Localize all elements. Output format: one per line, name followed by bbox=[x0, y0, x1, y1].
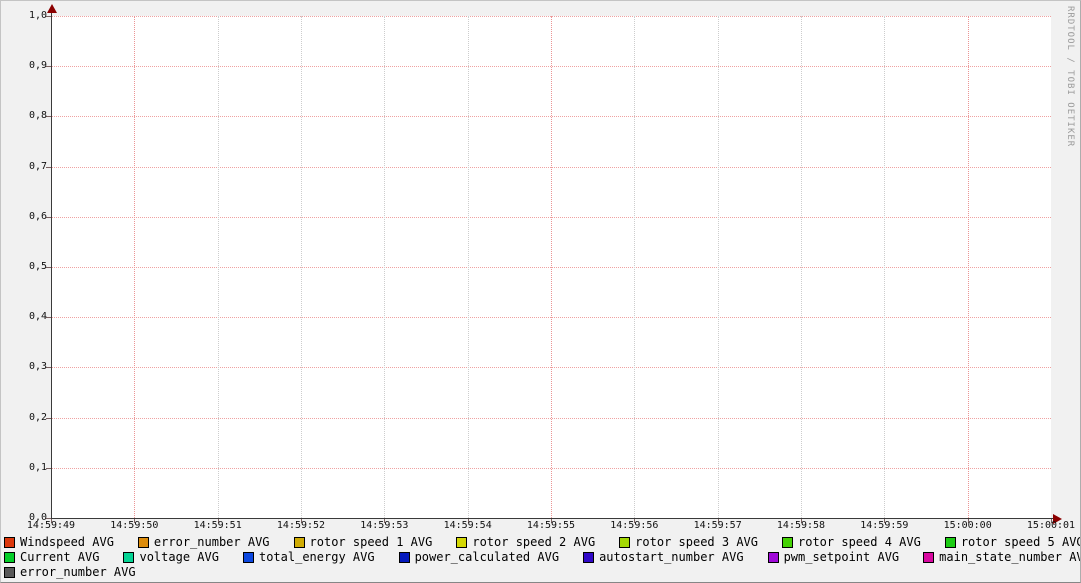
legend-item-label: Current AVG bbox=[20, 551, 99, 564]
watermark: RRDTOOL / TOBI OETIKER bbox=[1065, 6, 1075, 147]
y-axis-tick-label: 0,3 bbox=[11, 362, 47, 372]
legend-item-label: main_state_number AVG bbox=[939, 551, 1081, 564]
legend: Windspeed AVG error_number AVG rotor speed… bbox=[4, 535, 1081, 580]
legend-item-label: rotor speed 3 AVG bbox=[635, 536, 758, 549]
y-axis-tick-label: 1,0 bbox=[11, 11, 47, 21]
legend-item-label: total_energy AVG bbox=[259, 551, 375, 564]
legend-item-label: autostart_number AVG bbox=[599, 551, 744, 564]
grid-line-vertical bbox=[801, 16, 802, 518]
legend-item: voltage AVG bbox=[123, 551, 218, 564]
y-axis-tick-label: 0,8 bbox=[11, 111, 47, 121]
legend-item: rotor speed 1 AVG bbox=[294, 536, 433, 549]
legend-item: main_state_number AVG bbox=[923, 551, 1081, 564]
legend-color-swatch-icon bbox=[945, 537, 956, 548]
legend-item: pwm_setpoint AVG bbox=[768, 551, 900, 564]
rrdtool-graph: 1,00,90,80,70,60,50,40,30,20,10,0 14:59:… bbox=[0, 0, 1081, 583]
legend-color-swatch-icon bbox=[583, 552, 594, 563]
x-axis-tick-label: 14:59:49 bbox=[19, 520, 83, 531]
legend-item: error_number AVG bbox=[138, 536, 270, 549]
x-axis-tick-label: 15:00:01 bbox=[1019, 520, 1081, 531]
grid-line-vertical bbox=[634, 16, 635, 518]
x-axis-tick-label: 15:00:00 bbox=[936, 520, 1000, 531]
legend-item-label: pwm_setpoint AVG bbox=[784, 551, 900, 564]
legend-item-label: voltage AVG bbox=[139, 551, 218, 564]
grid-line-vertical bbox=[551, 16, 552, 518]
legend-row: error_number AVG bbox=[4, 565, 1081, 580]
legend-color-swatch-icon bbox=[399, 552, 410, 563]
legend-item-label: Windspeed AVG bbox=[20, 536, 114, 549]
x-axis-tick-label: 14:59:56 bbox=[602, 520, 666, 531]
legend-item: rotor speed 5 AVG bbox=[945, 536, 1081, 549]
legend-item: Current AVG bbox=[4, 551, 99, 564]
legend-item-label: rotor speed 5 AVG bbox=[961, 536, 1081, 549]
legend-color-swatch-icon bbox=[4, 552, 15, 563]
x-axis-tick-label: 14:59:51 bbox=[186, 520, 250, 531]
x-axis-tick-label: 14:59:50 bbox=[102, 520, 166, 531]
x-axis-tick-label: 14:59:57 bbox=[686, 520, 750, 531]
grid-line-vertical bbox=[384, 16, 385, 518]
x-axis-tick-label: 14:59:52 bbox=[269, 520, 333, 531]
legend-color-swatch-icon bbox=[138, 537, 149, 548]
grid-line-vertical bbox=[468, 16, 469, 518]
legend-item: rotor speed 4 AVG bbox=[782, 536, 921, 549]
x-axis-tick-label: 14:59:54 bbox=[436, 520, 500, 531]
legend-item-label: error_number AVG bbox=[20, 566, 136, 579]
legend-color-swatch-icon bbox=[294, 537, 305, 548]
legend-item-label: error_number AVG bbox=[154, 536, 270, 549]
grid-line-vertical bbox=[968, 16, 969, 518]
legend-item: rotor speed 2 AVG bbox=[456, 536, 595, 549]
grid-line-vertical bbox=[134, 16, 135, 518]
legend-item: rotor speed 3 AVG bbox=[619, 536, 758, 549]
legend-color-swatch-icon bbox=[782, 537, 793, 548]
x-axis-tick-label: 14:59:53 bbox=[352, 520, 416, 531]
legend-color-swatch-icon bbox=[619, 537, 630, 548]
legend-item-label: power_calculated AVG bbox=[415, 551, 560, 564]
x-axis-tick-label: 14:59:59 bbox=[852, 520, 916, 531]
legend-item: power_calculated AVG bbox=[399, 551, 560, 564]
grid-line-vertical bbox=[301, 16, 302, 518]
grid-line-vertical bbox=[884, 16, 885, 518]
y-axis-tick-label: 0,9 bbox=[11, 61, 47, 71]
legend-color-swatch-icon bbox=[4, 537, 15, 548]
x-axis-line bbox=[51, 518, 1054, 519]
y-axis-tick-label: 0,4 bbox=[11, 312, 47, 322]
legend-color-swatch-icon bbox=[243, 552, 254, 563]
y-axis-line bbox=[51, 10, 52, 519]
x-axis-tick-label: 14:59:58 bbox=[769, 520, 833, 531]
x-axis-tick-label: 14:59:55 bbox=[519, 520, 583, 531]
legend-row: Current AVG voltage AVG total_energy AVG po… bbox=[4, 550, 1081, 565]
legend-color-swatch-icon bbox=[123, 552, 134, 563]
legend-item: total_energy AVG bbox=[243, 551, 375, 564]
legend-color-swatch-icon bbox=[4, 567, 15, 578]
legend-item: Windspeed AVG bbox=[4, 536, 114, 549]
legend-item: error_number AVG bbox=[4, 566, 136, 579]
y-axis-tick-label: 0,7 bbox=[11, 162, 47, 172]
y-axis-tick-label: 0,5 bbox=[11, 262, 47, 272]
legend-item-label: rotor speed 2 AVG bbox=[472, 536, 595, 549]
y-axis-tick-label: 0,1 bbox=[11, 463, 47, 473]
grid-line-vertical bbox=[718, 16, 719, 518]
legend-color-swatch-icon bbox=[768, 552, 779, 563]
legend-item-label: rotor speed 1 AVG bbox=[310, 536, 433, 549]
legend-item: autostart_number AVG bbox=[583, 551, 744, 564]
legend-row: Windspeed AVG error_number AVG rotor speed… bbox=[4, 535, 1081, 550]
legend-color-swatch-icon bbox=[923, 552, 934, 563]
y-axis-tick-label: 0,2 bbox=[11, 413, 47, 423]
legend-color-swatch-icon bbox=[456, 537, 467, 548]
legend-item-label: rotor speed 4 AVG bbox=[798, 536, 921, 549]
grid-line-vertical bbox=[218, 16, 219, 518]
y-axis-arrow-icon bbox=[47, 4, 57, 13]
y-axis-tick-label: 0,6 bbox=[11, 212, 47, 222]
